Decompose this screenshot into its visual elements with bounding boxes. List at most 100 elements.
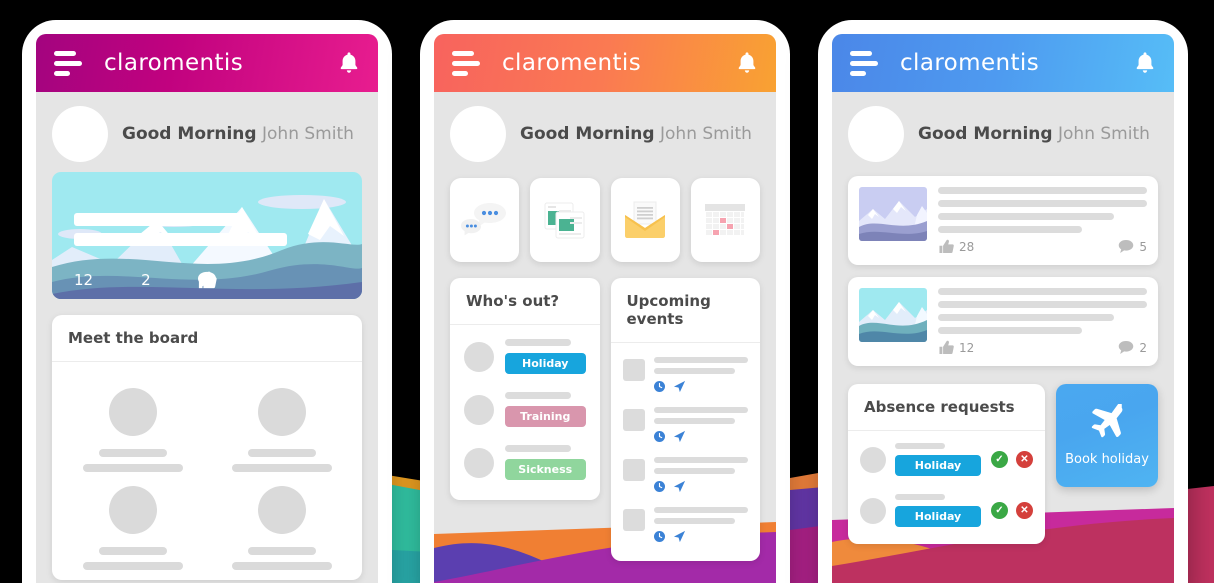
brand-logo: claromentis	[502, 50, 642, 76]
greeting-user: John Smith	[1058, 124, 1150, 144]
hamburger-menu-icon[interactable]	[54, 50, 82, 76]
avatar	[108, 388, 157, 436]
absence-row[interactable]: Holiday ✓ ✕	[848, 434, 1045, 485]
status-badge: Holiday	[895, 506, 981, 527]
board-member[interactable]	[58, 376, 207, 474]
avatar	[464, 447, 494, 478]
phone-blue: claromentis Good Morning John Smith 28 5…	[818, 20, 1188, 583]
feed-thumbnail	[859, 288, 927, 342]
greeting-salutation: Good Morning	[918, 124, 1053, 144]
like-count: 28	[959, 239, 975, 254]
airplane-icon	[1091, 404, 1123, 438]
avatar	[464, 394, 494, 425]
comment-count: 5	[1139, 239, 1147, 254]
feed-item[interactable]: 28 5	[848, 176, 1158, 265]
comment-group[interactable]: 5	[1118, 239, 1147, 254]
board-member[interactable]	[58, 474, 207, 572]
phone-screen: claromentis Good Morning John Smith	[36, 34, 378, 583]
card-title: Upcoming events	[610, 278, 760, 343]
list-item[interactable]: Holiday	[450, 329, 600, 382]
avatar	[108, 486, 157, 534]
quick-link-pages[interactable]	[530, 178, 600, 262]
like-group[interactable]: 12	[938, 340, 974, 355]
hamburger-menu-icon[interactable]	[850, 50, 878, 76]
whos-out-card: Who's out? Holiday Training Sickness	[450, 278, 600, 500]
absence-row[interactable]: Holiday ✓ ✕	[848, 485, 1045, 536]
avatar	[848, 106, 904, 162]
event-thumbnail	[622, 359, 645, 381]
status-badge: Holiday	[505, 353, 586, 374]
notification-bell-icon[interactable]	[338, 51, 360, 75]
notification-bell-icon[interactable]	[1134, 51, 1156, 75]
check-circle-icon[interactable]: ✓	[991, 502, 1008, 519]
comment-count: 2	[1139, 340, 1147, 355]
status-badge: Holiday	[895, 455, 981, 476]
quick-link-calendar[interactable]	[690, 178, 760, 262]
clock-icon	[653, 481, 665, 492]
greeting-text: Good Morning John Smith	[122, 124, 354, 144]
hero-placeholder-lines	[74, 213, 340, 253]
comment-bubble-icon	[1119, 340, 1134, 355]
like-count: 12	[959, 340, 975, 355]
hero-news-card[interactable]: 12 2	[52, 172, 362, 299]
feed-meta: 28 5	[938, 239, 1147, 254]
list-item[interactable]	[611, 497, 761, 547]
book-holiday-button[interactable]: Book holiday	[1056, 384, 1158, 487]
scene: claromentis Good Morning John Smith 12 2…	[0, 0, 1214, 583]
avatar	[860, 446, 886, 473]
phone-screen: claromentis Good Morning John Smith	[434, 34, 776, 583]
notification-bell-icon[interactable]	[736, 51, 758, 75]
avatar	[450, 106, 506, 162]
meet-the-board-card: Meet the board	[52, 315, 362, 580]
card-title: Who's out?	[450, 278, 600, 325]
card-title: Absence requests	[848, 384, 1045, 431]
avatar	[257, 388, 306, 436]
board-member[interactable]	[207, 474, 356, 572]
phone-magenta: claromentis Good Morning John Smith 12 2…	[22, 20, 392, 583]
feed-thumbnail	[859, 187, 927, 241]
app-header: claromentis	[434, 34, 776, 92]
thumbs-up-icon	[939, 239, 954, 254]
avatar	[464, 341, 494, 372]
hamburger-menu-icon[interactable]	[452, 50, 480, 76]
thumbs-up-icon	[939, 340, 954, 355]
clock-icon	[653, 381, 665, 392]
app-header: claromentis	[36, 34, 378, 92]
feed-item[interactable]: 12 2	[848, 277, 1158, 366]
list-item[interactable]: Training	[450, 382, 600, 435]
greeting-user: John Smith	[262, 124, 354, 144]
list-item[interactable]: Sickness	[450, 435, 600, 488]
status-badge: Sickness	[505, 459, 586, 480]
event-thumbnail	[622, 459, 645, 481]
list-item[interactable]	[611, 397, 761, 447]
comment-group[interactable]: 2	[141, 271, 216, 289]
check-circle-icon[interactable]: ✓	[991, 451, 1008, 468]
quick-link-mail[interactable]	[610, 178, 680, 262]
feed-meta: 12 2	[938, 340, 1147, 355]
calendar-icon	[705, 204, 746, 236]
clock-icon	[653, 431, 665, 442]
greeting-row: Good Morning John Smith	[832, 92, 1174, 172]
phone-orange: claromentis Good Morning John Smith Who'…	[420, 20, 790, 583]
phone-screen: claromentis Good Morning John Smith	[832, 34, 1174, 583]
app-header: claromentis	[832, 34, 1174, 92]
comment-bubble-icon	[1119, 239, 1134, 254]
like-group[interactable]: 28	[938, 239, 974, 254]
avatar	[52, 106, 108, 162]
list-item[interactable]	[611, 347, 761, 397]
upcoming-events-card: Upcoming events	[610, 278, 761, 561]
avatar	[860, 497, 886, 524]
location-arrow-icon	[673, 530, 685, 543]
comment-group[interactable]: 2	[1118, 340, 1147, 355]
greeting-row: Good Morning John Smith	[36, 92, 378, 172]
cross-circle-icon[interactable]: ✕	[1016, 502, 1033, 519]
location-arrow-icon	[673, 380, 685, 393]
board-member[interactable]	[207, 376, 356, 474]
quick-link-chat[interactable]	[450, 178, 520, 262]
cross-circle-icon[interactable]: ✕	[1016, 451, 1033, 468]
greeting-user: John Smith	[660, 124, 752, 144]
clock-icon	[653, 531, 665, 542]
list-item[interactable]	[611, 447, 761, 497]
brand-logo: claromentis	[900, 50, 1040, 76]
greeting-salutation: Good Morning	[122, 124, 257, 144]
